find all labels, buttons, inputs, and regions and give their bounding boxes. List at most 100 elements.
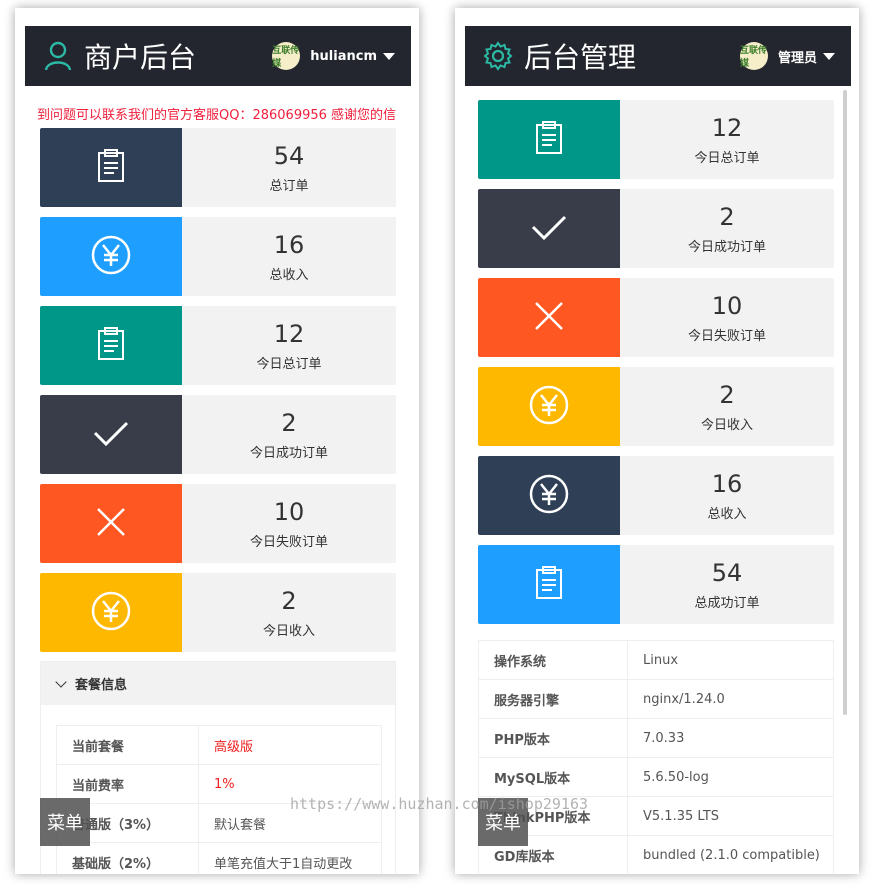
stat-card-info: 10 今日失败订单 [182, 484, 396, 563]
caret-down-icon [383, 52, 395, 60]
stat-value: 10 [711, 292, 743, 320]
table-cell-value: 高级版 [198, 725, 382, 765]
stat-card[interactable]: 10 今日失败订单 [40, 484, 396, 563]
stat-card[interactable]: 10 今日失败订单 [478, 278, 834, 357]
plan-info-header[interactable]: 套餐信息 [41, 662, 395, 705]
stat-value: 2 [281, 587, 297, 615]
stat-label: 总成功订单 [694, 596, 760, 611]
stat-card-icon-box [478, 189, 620, 268]
stat-card-info: 2 今日成功订单 [620, 189, 834, 268]
stat-card-icon-box [478, 545, 620, 624]
table-row: 当前套餐 高级版 [56, 725, 382, 765]
stat-card[interactable]: 2 今日成功订单 [40, 395, 396, 474]
stat-card[interactable]: 2 今日收入 [40, 573, 396, 652]
stat-value: 12 [273, 320, 305, 348]
stat-card-info: 2 今日成功订单 [182, 395, 396, 474]
caret-down-icon [823, 52, 835, 60]
username: huliancm [310, 48, 377, 64]
table-cell-value: 5.6.50-log [627, 757, 834, 797]
stat-card-info: 2 今日收入 [620, 367, 834, 446]
stat-card-info: 10 今日失败订单 [620, 278, 834, 357]
stat-label: 总收入 [707, 507, 747, 522]
table-row: 普通版（3%） 默认套餐 [56, 803, 382, 843]
check-icon [91, 413, 131, 457]
app-title: 商户后台 [84, 41, 197, 74]
stat-label: 今日成功订单 [687, 240, 766, 255]
avatar: 互联传媒 [739, 42, 768, 70]
stat-label: 今日成功订单 [249, 446, 328, 461]
yen-icon [528, 384, 570, 430]
yen-icon [528, 473, 570, 519]
notice-marquee: 到问题可以联系我们的官方客服QQ：286069956 感谢您的信 [37, 108, 397, 120]
table-cell-value: 1% [198, 764, 382, 804]
menu-button[interactable]: 菜单 [478, 798, 528, 846]
stat-card[interactable]: 16 总收入 [40, 217, 396, 296]
top-bar: 商户后台 互联传媒 huliancm [25, 26, 411, 86]
clipboard-icon [530, 119, 568, 161]
stat-value: 10 [273, 498, 305, 526]
user-menu[interactable]: 互联传媒 管理员 [739, 42, 835, 70]
table-cell-value: nginx/1.24.0 [627, 679, 834, 719]
stat-card[interactable]: 2 今日成功订单 [478, 189, 834, 268]
stat-value: 54 [711, 559, 743, 587]
chevron-down-icon [55, 675, 67, 688]
stat-value: 2 [281, 409, 297, 437]
table-row: 当前费率 1% [56, 764, 382, 804]
plan-info-panel: 套餐信息 当前套餐 高级版 当前费率 1% 普通版（3%） 默认套餐 基础版（2%）单… [40, 661, 396, 874]
stat-card[interactable]: 12 今日总订单 [478, 100, 834, 179]
yen-icon [90, 590, 132, 636]
admin-backend-screen: 后台管理 互联传媒 管理员 12 今日总订单 2 今日成功订单 10 今日失败订单 2 今日收… [455, 8, 859, 874]
top-bar: 后台管理 互联传媒 管理员 [465, 26, 851, 86]
stat-card-icon-box [40, 128, 182, 207]
stat-card-info: 16 总收入 [620, 456, 834, 535]
stat-card[interactable]: 12 今日总订单 [40, 306, 396, 385]
check-icon [529, 207, 569, 251]
stat-label: 今日收入 [262, 624, 315, 639]
plan-table: 当前套餐 高级版 当前费率 1% 普通版（3%） 默认套餐 基础版（2%） 单笔充值大于… [56, 725, 382, 874]
menu-button[interactable]: 菜单 [40, 798, 90, 846]
user-menu[interactable]: 互联传媒 huliancm [272, 42, 395, 70]
table-cell-key: 操作系统 [478, 640, 628, 680]
stat-card-icon-box [40, 217, 182, 296]
stat-card-icon-box [478, 367, 620, 446]
user-icon [40, 38, 76, 74]
table-cell-value: Linux [627, 640, 834, 680]
stat-card[interactable]: 16 总收入 [478, 456, 834, 535]
close-icon [532, 299, 566, 337]
stat-card[interactable]: 54 总成功订单 [478, 545, 834, 624]
table-cell-key: 当前套餐 [56, 725, 199, 765]
table-row: 基础版（2%） 单笔充值大于1自动更改 [56, 842, 382, 874]
table-row: PHP版本 7.0.33 [478, 718, 834, 758]
table-cell-value: 7.0.33 [627, 718, 834, 758]
table-cell-value: bundled (2.1.0 compatible) [627, 835, 834, 874]
stat-label: 今日总订单 [694, 151, 760, 166]
stat-card-info: 12 今日总订单 [620, 100, 834, 179]
merchant-backend-screen: 商户后台 互联传媒 huliancm 到问题可以联系我们的官方客服QQ：2860… [15, 8, 419, 874]
table-row: 服务器引擎 nginx/1.24.0 [478, 679, 834, 719]
stat-value: 2 [719, 203, 735, 231]
stat-card-icon-box [40, 306, 182, 385]
stat-card-info: 54 总订单 [182, 128, 396, 207]
stat-card-info: 12 今日总订单 [182, 306, 396, 385]
clipboard-icon [530, 564, 568, 606]
app-title: 后台管理 [524, 41, 637, 74]
table-cell-value: V5.1.35 LTS [627, 796, 834, 836]
table-row: 操作系统 Linux [478, 640, 834, 680]
stat-cards: 12 今日总订单 2 今日成功订单 10 今日失败订单 2 今日收入 16 总收入 54 总成功订单 [478, 100, 834, 634]
stat-value: 2 [719, 381, 735, 409]
stat-card-info: 54 总成功订单 [620, 545, 834, 624]
stat-card-icon-box [478, 278, 620, 357]
stat-card[interactable]: 2 今日收入 [478, 367, 834, 446]
stat-value: 16 [273, 231, 305, 259]
username: 管理员 [777, 50, 817, 66]
clipboard-icon [92, 147, 130, 189]
scrollbar[interactable] [843, 90, 847, 715]
stat-card-icon-box [478, 100, 620, 179]
stat-label: 今日总订单 [256, 357, 322, 372]
avatar: 互联传媒 [272, 42, 301, 70]
stat-card-icon-box [40, 484, 182, 563]
table-row: MySQL版本 5.6.50-log [478, 757, 834, 797]
stat-label: 总收入 [269, 268, 309, 283]
table-cell-key: PHP版本 [478, 718, 628, 758]
stat-card[interactable]: 54 总订单 [40, 128, 396, 207]
